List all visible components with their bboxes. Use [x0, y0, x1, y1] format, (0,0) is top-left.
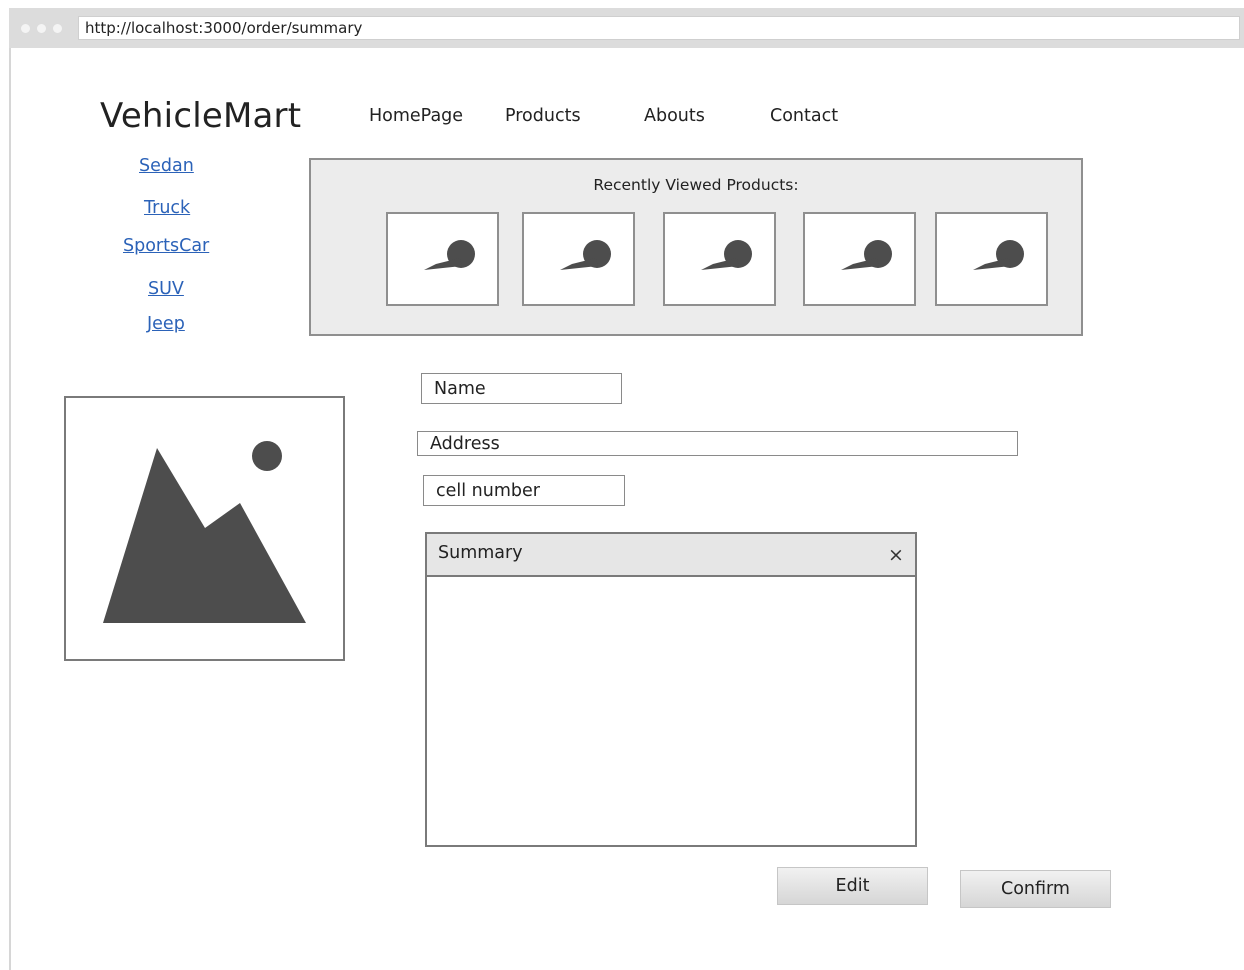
- address-bar[interactable]: http://localhost:3000/order/summary: [78, 16, 1240, 40]
- sidebar-link-sportscar[interactable]: SportsCar: [123, 236, 209, 256]
- site-logo[interactable]: VehicleMart: [100, 96, 301, 136]
- confirm-button[interactable]: Confirm: [960, 870, 1111, 908]
- product-image: [64, 396, 345, 661]
- image-placeholder-icon: [973, 240, 1024, 270]
- image-placeholder-icon: [424, 240, 475, 270]
- window-control-dot[interactable]: [37, 24, 46, 33]
- image-placeholder-icon: [701, 240, 752, 270]
- image-placeholder-icon: [841, 240, 892, 270]
- recent-product-thumbnail[interactable]: [522, 212, 635, 306]
- image-placeholder-icon: [103, 441, 306, 623]
- sidebar-link-suv[interactable]: SUV: [148, 279, 184, 299]
- nav-abouts[interactable]: Abouts: [644, 106, 705, 126]
- nav-products[interactable]: Products: [505, 106, 581, 126]
- edit-button[interactable]: Edit: [777, 867, 928, 905]
- recent-product-thumbnail[interactable]: [803, 212, 916, 306]
- recent-product-thumbnail[interactable]: [935, 212, 1048, 306]
- window-control-dot[interactable]: [21, 24, 30, 33]
- nav-homepage[interactable]: HomePage: [369, 106, 463, 126]
- cell-number-input[interactable]: [423, 475, 625, 506]
- sidebar-link-truck[interactable]: Truck: [144, 198, 190, 218]
- nav-contact[interactable]: Contact: [770, 106, 838, 126]
- close-icon[interactable]: ×: [888, 544, 904, 566]
- window-control-dot[interactable]: [53, 24, 62, 33]
- summary-panel: [425, 532, 917, 847]
- summary-title: Summary: [438, 543, 523, 563]
- image-placeholder-icon: [560, 240, 611, 270]
- recent-product-thumbnail[interactable]: [663, 212, 776, 306]
- recently-viewed-title: Recently Viewed Products:: [593, 176, 799, 194]
- recent-product-thumbnail[interactable]: [386, 212, 499, 306]
- sidebar-link-sedan[interactable]: Sedan: [139, 156, 194, 176]
- sidebar-link-jeep[interactable]: Jeep: [147, 314, 185, 334]
- name-input[interactable]: [421, 373, 622, 404]
- address-input[interactable]: [417, 431, 1018, 456]
